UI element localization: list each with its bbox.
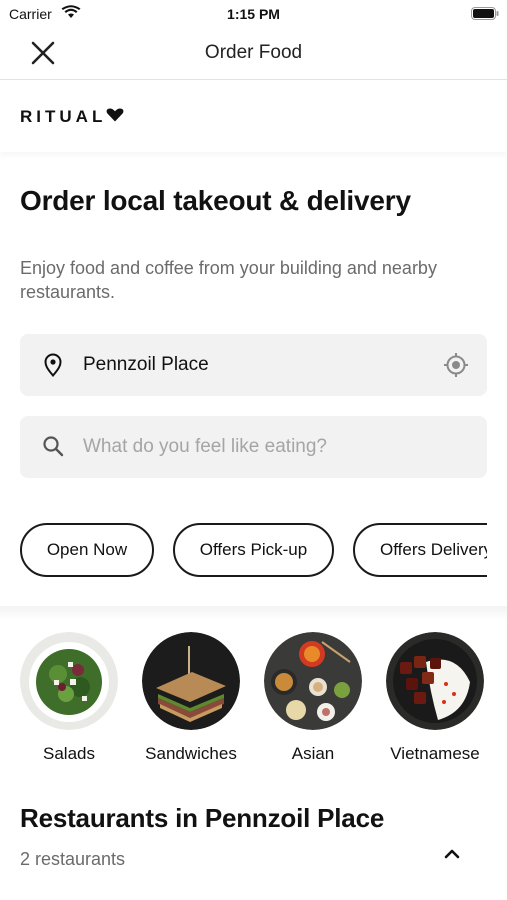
page-headline: Order local takeout & delivery bbox=[20, 185, 411, 216]
restaurants-title: Restaurants in Pennzoil Place bbox=[20, 803, 385, 833]
category-label: Asian bbox=[291, 744, 335, 763]
status-bar: Carrier 1:15 PM bbox=[0, 0, 507, 28]
location-value: Pennzoil Place bbox=[83, 354, 209, 375]
battery-icon bbox=[471, 7, 499, 25]
search-input[interactable]: What do you feel like eating? bbox=[83, 436, 327, 458]
brand-bar: RITUAL bbox=[0, 80, 507, 152]
nav-title: Order Food bbox=[204, 42, 303, 63]
search-icon bbox=[42, 435, 64, 462]
filter-open-now[interactable]: Open Now bbox=[20, 523, 154, 577]
salads-image bbox=[20, 632, 118, 730]
nav-bar: Order Food bbox=[0, 28, 507, 80]
heart-icon bbox=[106, 108, 124, 127]
map-pin-icon bbox=[42, 353, 64, 382]
chevron-up-icon[interactable] bbox=[442, 844, 462, 869]
filter-offers-delivery[interactable]: Offers Delivery bbox=[353, 523, 487, 577]
filter-chips: Open Now Offers Pick-up Offers Delivery bbox=[20, 522, 487, 578]
section-divider bbox=[0, 606, 507, 620]
brand-name: RITUAL bbox=[20, 107, 107, 126]
category-sandwiches[interactable]: Sandwiches bbox=[136, 632, 246, 764]
search-field[interactable]: What do you feel like eating? bbox=[20, 416, 487, 478]
location-field[interactable]: Pennzoil Place bbox=[20, 334, 487, 396]
category-asian[interactable]: Asian bbox=[258, 632, 368, 764]
brand-logo: RITUAL bbox=[20, 107, 124, 127]
category-label: Sandwiches bbox=[145, 744, 237, 763]
page-subtext: Enjoy food and coffee from your building… bbox=[20, 258, 437, 302]
locate-icon[interactable] bbox=[443, 352, 469, 383]
vietnamese-image bbox=[386, 632, 484, 730]
category-label: Vietnamese bbox=[390, 744, 480, 763]
restaurants-count: 2 restaurants bbox=[20, 849, 126, 869]
filter-offers-pickup[interactable]: Offers Pick-up bbox=[173, 523, 334, 577]
category-vietnamese[interactable]: Vietnamese bbox=[380, 632, 490, 764]
asian-image bbox=[264, 632, 362, 730]
category-salads[interactable]: Salads bbox=[14, 632, 124, 764]
sandwiches-image bbox=[142, 632, 240, 730]
status-time: 1:15 PM bbox=[227, 6, 280, 22]
category-label: Salads bbox=[43, 744, 95, 763]
